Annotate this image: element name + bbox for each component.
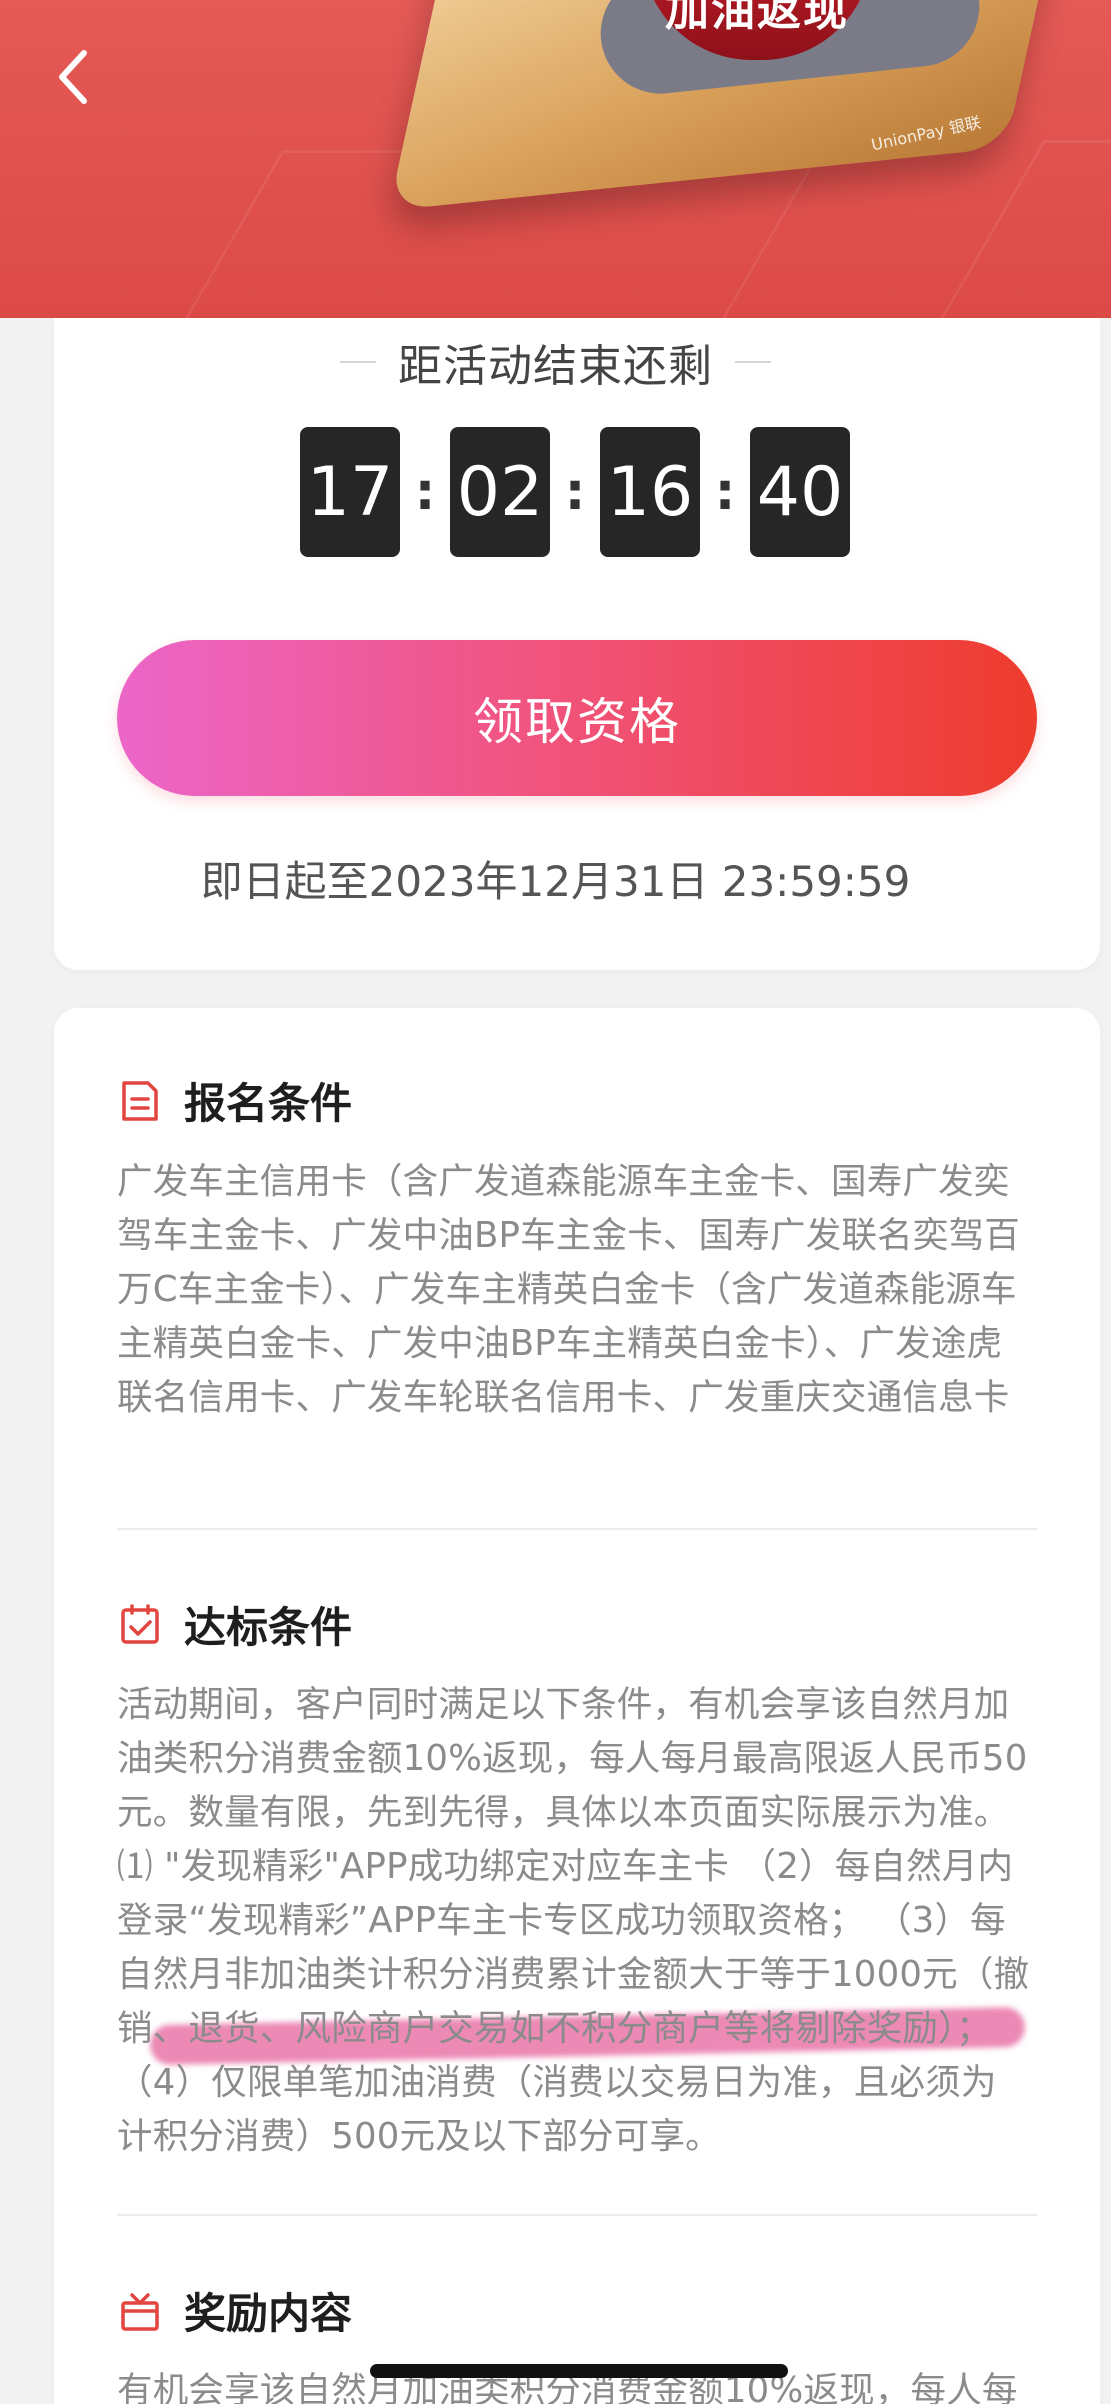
countdown-header: 距活动结束还剩 bbox=[0, 330, 1111, 394]
divider-dash bbox=[340, 361, 376, 363]
promo-banner: 加油返现 UnionPay 银联 bbox=[0, 0, 1111, 318]
timer-separator: : bbox=[564, 462, 586, 522]
chevron-left-icon bbox=[59, 50, 87, 104]
eligibility-text: 广发车主信用卡（含广发道森能源车主金卡、国寿广发奕驾车主金卡、广发中油BP车主金… bbox=[117, 1161, 1020, 1418]
claim-eligibility-button[interactable]: 领取资格 bbox=[117, 640, 1037, 796]
section-divider bbox=[117, 1528, 1037, 1530]
divider-dash bbox=[735, 361, 771, 363]
timer-minutes: 02 bbox=[450, 427, 550, 557]
timer-seconds: 16 bbox=[600, 427, 700, 557]
timer-centiseconds: 40 bbox=[750, 427, 850, 557]
timer-separator: : bbox=[714, 462, 736, 522]
eligibility-header: 报名条件 bbox=[118, 1070, 352, 1131]
reward-title: 奖励内容 bbox=[184, 2289, 353, 2338]
home-indicator[interactable] bbox=[370, 2364, 788, 2378]
back-button[interactable] bbox=[44, 42, 104, 112]
reward-header: 奖励内容 bbox=[118, 2280, 352, 2341]
criteria-text: 活动期间，客户同时满足以下条件，有机会享该自然月加油类积分消费金额10%返现，每… bbox=[117, 1684, 1030, 2157]
criteria-title: 达标条件 bbox=[184, 1603, 353, 1652]
timer-hours: 17 bbox=[300, 427, 400, 557]
countdown-timer: 17 : 02 : 16 : 40 bbox=[300, 427, 850, 557]
section-divider bbox=[117, 2214, 1037, 2216]
banner-title: 加油返现 bbox=[665, 0, 849, 36]
activity-date-range: 即日起至2023年12月31日 23:59:59 bbox=[200, 857, 911, 906]
checkbox-icon bbox=[121, 1603, 159, 1644]
criteria-header: 达标条件 bbox=[118, 1594, 352, 1655]
eligibility-title: 报名条件 bbox=[184, 1079, 353, 1128]
timer-separator: : bbox=[414, 462, 436, 522]
gift-icon bbox=[121, 2292, 159, 2331]
countdown-title: 距活动结束还剩 bbox=[398, 341, 713, 392]
banner-decoration bbox=[916, 140, 1111, 318]
document-icon bbox=[122, 1080, 158, 1121]
